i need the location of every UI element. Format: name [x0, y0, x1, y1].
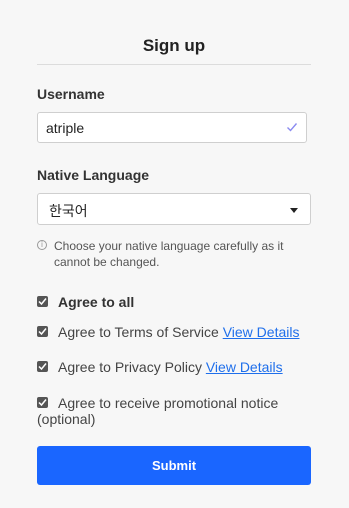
privacy-view-details-link[interactable]: View Details	[206, 359, 283, 375]
agree-terms-checkbox[interactable]	[37, 326, 48, 337]
agree-privacy-checkbox[interactable]	[37, 361, 48, 372]
native-language-label: Native Language	[37, 167, 150, 183]
agree-all-row[interactable]: Agree to all	[37, 294, 317, 310]
agree-terms-text: Agree to Terms of Service View Details	[37, 324, 317, 340]
checkmark-icon	[38, 328, 47, 336]
submit-button[interactable]: Submit	[37, 446, 311, 485]
agree-privacy-row[interactable]: Agree to Privacy Policy View Details	[37, 359, 317, 375]
terms-view-details-link[interactable]: View Details	[223, 324, 300, 340]
agree-terms-label: Agree to Terms of Service	[58, 324, 223, 340]
checkmark-icon	[38, 298, 47, 306]
caret-down-icon	[290, 208, 298, 213]
title-divider	[37, 64, 311, 65]
agree-all-label: Agree to all	[58, 294, 135, 310]
checkmark-icon	[38, 399, 47, 407]
username-label: Username	[37, 86, 105, 102]
info-icon: i	[37, 240, 47, 250]
native-language-selected-value: 한국어	[49, 204, 88, 220]
username-field-container	[37, 112, 307, 143]
agree-promo-label: Agree to receive promotional notice (opt…	[37, 395, 279, 427]
agree-promo-row[interactable]: Agree to receive promotional notice (opt…	[37, 395, 317, 427]
agree-all-checkbox[interactable]	[37, 296, 48, 307]
checkmark-icon	[38, 363, 47, 371]
agree-privacy-text: Agree to Privacy Policy View Details	[37, 359, 317, 375]
check-icon	[287, 123, 298, 132]
agree-promo-checkbox[interactable]	[37, 397, 48, 408]
page-title: Sign up	[142, 36, 206, 55]
username-input[interactable]	[46, 113, 276, 142]
agree-privacy-label: Agree to Privacy Policy	[58, 359, 206, 375]
language-hint-text: Choose your native language carefully as…	[54, 239, 284, 269]
native-language-select[interactable]: 한국어	[37, 193, 311, 225]
agree-terms-row[interactable]: Agree to Terms of Service View Details	[37, 324, 317, 340]
